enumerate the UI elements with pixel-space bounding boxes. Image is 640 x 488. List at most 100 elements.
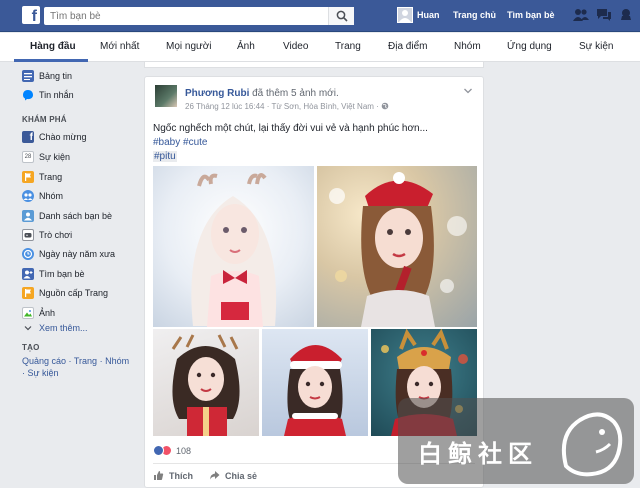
sidebar-item-pages-feed[interactable]: Nguồn cấp Trang [22, 286, 108, 300]
sidebar-item-label: Nguồn cấp Trang [39, 288, 109, 298]
post-photo-4[interactable] [262, 329, 368, 436]
messenger-icon [22, 89, 34, 101]
tab-latest[interactable]: Mới nhất [100, 41, 139, 52]
reaction-count: 108 [176, 445, 192, 456]
like-reaction-icon [153, 445, 164, 456]
post-text: Ngốc nghếch một chút, lại thấy đời vui v… [153, 123, 428, 134]
flag-icon [22, 171, 34, 183]
tab-people[interactable]: Mọi người [166, 41, 212, 52]
sidebar-item-news-feed[interactable]: Bảng tin [22, 69, 72, 83]
sidebar-item-label: Sự kiện [39, 152, 71, 162]
create-ad-link[interactable]: Quảng cáo [22, 356, 66, 366]
share-label: Chia sẻ [225, 470, 258, 481]
pages-feed-icon [22, 287, 34, 299]
like-button[interactable]: Thích [153, 470, 193, 481]
facebook-logo[interactable]: f [22, 6, 40, 24]
tab-top[interactable]: Hàng đầu [30, 41, 76, 52]
active-tab-indicator [14, 59, 88, 62]
sidebar-item-label: Nhóm [39, 191, 64, 201]
see-more-link[interactable]: Xem thêm... [39, 323, 88, 333]
sidebar-item-friend-lists[interactable]: Danh sách bạn bè [22, 209, 112, 223]
post-photo-1[interactable] [153, 166, 314, 327]
news-feed-icon [22, 70, 34, 82]
sidebar-item-label: Bảng tin [39, 71, 73, 81]
sidebar-item-photos[interactable]: Ảnh [22, 306, 55, 320]
post-body: Ngốc nghếch một chút, lại thấy đời vui v… [153, 122, 473, 164]
create-page-link[interactable]: Trang [74, 356, 97, 366]
post-header: Phương Rubi đã thêm 5 ảnh mới. [185, 88, 339, 99]
sidebar-item-pages[interactable]: Trang [22, 170, 62, 184]
hashtag-pitu[interactable]: #pitu [153, 151, 177, 162]
sidebar-item-welcome[interactable]: f Chào mừng [22, 130, 87, 144]
chevron-down-icon [24, 326, 32, 331]
post-action-text: đã thêm 5 ảnh mới. [252, 88, 339, 99]
search-box [44, 7, 354, 25]
author-name[interactable]: Phương Rubi [185, 88, 249, 99]
hashtag-baby[interactable]: #baby [153, 137, 180, 148]
tab-videos[interactable]: Video [283, 41, 308, 52]
user-silhouette-icon [399, 10, 411, 22]
groups-icon [22, 190, 34, 202]
photos-icon [22, 307, 34, 319]
filter-nav: Hàng đầu Mới nhất Mọi người Ảnh Video Tr… [0, 33, 640, 62]
messages-icon[interactable] [596, 8, 612, 22]
on-this-day-icon [22, 248, 34, 260]
create-group-link[interactable]: Nhóm [105, 356, 129, 366]
whale-logo-icon [561, 412, 623, 477]
sidebar-item-label: Trang [39, 172, 63, 182]
post-tags: #baby #cute [153, 136, 473, 150]
tab-groups[interactable]: Nhóm [454, 41, 481, 52]
like-label: Thích [169, 470, 193, 481]
post-options-chevron-icon[interactable] [463, 87, 473, 95]
watermark-text: 白鲸社区 [418, 440, 538, 468]
friend-list-icon [22, 210, 34, 222]
thumbs-up-icon [154, 471, 164, 480]
create-links: Quảng cáo · Trang · Nhóm · Sự kiện [22, 356, 130, 378]
sidebar-item-groups[interactable]: Nhóm [22, 189, 63, 203]
sidebar-item-label: Trò chơi [39, 230, 73, 240]
sidebar-item-events[interactable]: 28 Sự kiện [22, 150, 70, 164]
facebook-icon: f [22, 131, 34, 143]
reaction-summary[interactable]: 108 [153, 445, 191, 456]
notifications-icon[interactable] [619, 8, 633, 22]
create-header: TẠO [22, 343, 40, 352]
tab-pages[interactable]: Trang [335, 41, 361, 52]
user-avatar[interactable] [397, 7, 413, 23]
explore-header: KHÁM PHÁ [22, 115, 67, 124]
find-friends-link[interactable]: Tìm bạn bè [507, 10, 555, 20]
friend-requests-icon[interactable] [573, 8, 589, 22]
tab-places[interactable]: Địa điểm [388, 41, 427, 52]
previous-post-bottom [144, 62, 484, 68]
share-arrow-icon [210, 471, 220, 480]
share-button[interactable]: Chia sẻ [209, 470, 257, 481]
photo-4-image [284, 345, 346, 436]
search-button[interactable] [328, 7, 354, 25]
tab-photos[interactable]: Ảnh [237, 41, 255, 52]
public-globe-icon [381, 102, 389, 110]
find-friends-icon [22, 268, 34, 280]
profile-link[interactable]: Huan [417, 10, 440, 20]
sidebar-item-on-this-day[interactable]: Ngày này năm xưa [22, 247, 115, 261]
sidebar-item-label: Ảnh [39, 308, 56, 318]
post-photo-2[interactable] [317, 166, 477, 327]
watermark: 白鲸社区 [398, 398, 634, 484]
post-timestamp-location[interactable]: 26 Tháng 12 lúc 16:44 · Từ Sơn, Hòa Bình… [185, 102, 379, 111]
sidebar-item-find-friends[interactable]: Tìm bạn bè [22, 267, 85, 281]
home-link[interactable]: Trang chủ [453, 10, 496, 20]
tab-apps[interactable]: Ứng dụng [507, 41, 552, 52]
games-icon [22, 229, 34, 241]
hashtag-cute[interactable]: #cute [183, 137, 207, 148]
search-icon [336, 10, 348, 22]
create-event-link[interactable]: Sự kiện [28, 368, 59, 378]
search-input[interactable] [44, 7, 332, 25]
post-photo-3[interactable] [153, 329, 259, 436]
photo-2-image [329, 172, 467, 327]
calendar-icon: 28 [22, 151, 34, 163]
sidebar-item-label: Danh sách bạn bè [39, 211, 113, 221]
post-meta: 26 Tháng 12 lúc 16:44 · Từ Sơn, Hòa Bình… [185, 102, 389, 111]
sidebar-item-label: Tin nhắn [39, 90, 74, 100]
sidebar-item-messages[interactable]: Tin nhắn [22, 88, 74, 102]
tab-events[interactable]: Sự kiện [579, 41, 614, 52]
sidebar-item-games[interactable]: Trò chơi [22, 228, 72, 242]
author-avatar[interactable] [155, 85, 177, 107]
